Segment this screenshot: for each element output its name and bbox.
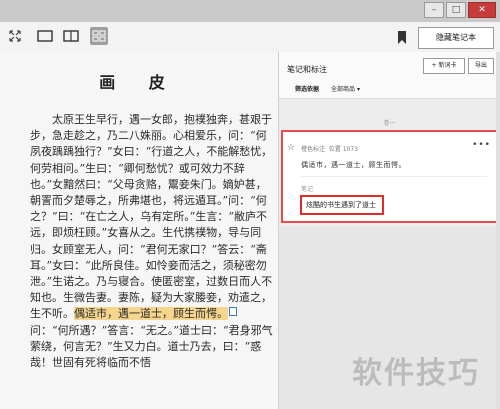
notes-header: 笔记和标注 + 新词卡 导出 筛选依据 全部商品 ▾ (279, 52, 500, 99)
fullscreen-icon[interactable] (6, 27, 24, 45)
text-after-highlight: 问：“何所遇？”答言：“无之。”道士曰：“君身邪气萦绕，何言无？”生又力白。道士… (30, 323, 273, 370)
chapter-divider: 卷一 (383, 120, 396, 127)
minimize-button[interactable]: – (424, 2, 444, 18)
star-icon[interactable]: ☆ (287, 143, 295, 153)
notes-title: 笔记和标注 (287, 65, 327, 74)
annotation-type: 橙色标注 (301, 146, 326, 153)
text-before-highlight: 太原王生早行，遇一女郎，抱襆独奔，甚艰于步，急走趁之，乃二八姝丽。心相爱乐，问：… (30, 113, 273, 321)
window-titlebar: – □ ✕ (0, 0, 500, 22)
annotation-location: 位置 1073 (328, 146, 359, 153)
bookmark-icon[interactable] (397, 30, 407, 44)
close-button[interactable]: ✕ (468, 2, 496, 18)
card-meta: 橙色标注 位置 1073 (301, 144, 358, 153)
card-divider (301, 176, 487, 177)
more-options-icon[interactable]: ••• (472, 140, 491, 150)
export-button[interactable]: 导出 (468, 58, 494, 74)
window-controls: – □ ✕ (424, 2, 496, 18)
annotation-quote: 偶适市，遇一道士，顾生而愕。 (301, 161, 406, 169)
filter-value: 全部商品 (331, 86, 356, 93)
chevron-down-icon: ▾ (356, 86, 360, 93)
note-label: 笔记 (301, 186, 314, 193)
new-note-button[interactable]: + 新词卡 (423, 58, 465, 74)
maximize-button[interactable]: □ (446, 2, 466, 18)
hide-notebook-button[interactable]: 隐藏笔记本 (418, 27, 494, 49)
grid-view-icon[interactable] (90, 27, 108, 45)
book-text[interactable]: 太原王生早行，遇一女郎，抱襆独奔，甚艰于步，急走趁之，乃二八姝丽。心相爱乐，问：… (30, 112, 274, 371)
filter-dropdown[interactable]: 全部商品 ▾ (331, 84, 360, 93)
highlighted-passage[interactable]: 偶适市，遇一道士，顾生而愕。 (74, 307, 228, 321)
filter-label: 筛选依据 (295, 86, 320, 93)
note-card[interactable]: ☆ 橙色标注 位置 1073 ••• 偶适市，遇一道士，顾生而愕。 笔记 炫酷的… (281, 130, 499, 223)
watermark-text: 软件技巧 (352, 356, 480, 391)
chapter-title: 画 皮 (99, 73, 179, 92)
two-page-icon[interactable] (62, 27, 80, 45)
note-anchor-icon[interactable] (229, 307, 237, 317)
single-page-icon[interactable] (36, 27, 54, 45)
book-reader: 画 皮 太原王生早行，遇一女郎，抱襆独奔，甚艰于步，急走趁之，乃二八姝丽。心相爱… (0, 52, 279, 409)
reader-toolbar: 隐藏笔记本 (0, 22, 500, 53)
note-text: 炫酷的书生遇到了道士 (306, 201, 376, 209)
notes-scrollbar[interactable] (496, 52, 500, 409)
note-text-box[interactable]: 炫酷的书生遇到了道士 (300, 195, 384, 215)
